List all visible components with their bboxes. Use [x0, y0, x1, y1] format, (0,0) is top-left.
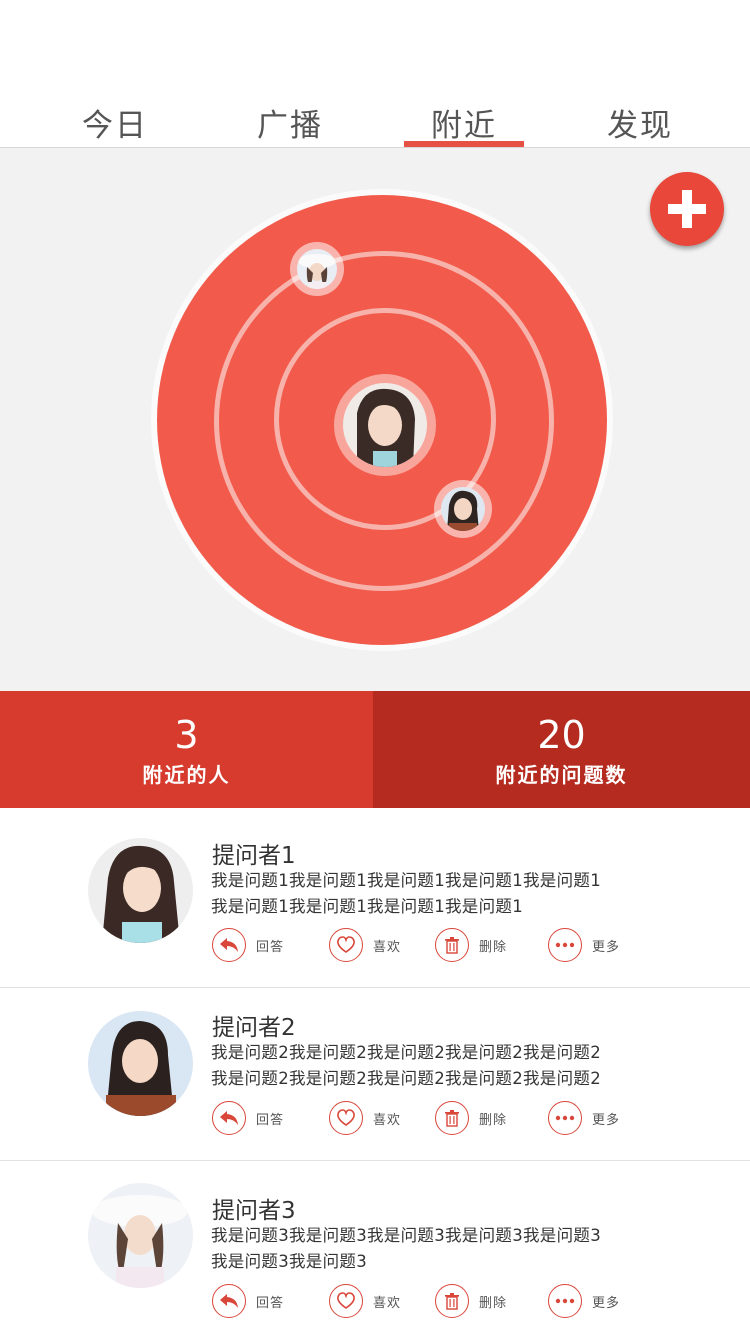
list-item[interactable]: 提问者2 我是问题2我是问题2我是问题2我是问题2我是问题2 我是问题2我是问题…	[0, 988, 750, 1161]
question-text: 我是问题3我是问题3我是问题3我是问题3我是问题3 我是问题3我是问题3	[211, 1226, 601, 1271]
asker-name: 提问者3	[212, 1198, 296, 1224]
avatar-center[interactable]	[343, 383, 427, 467]
like-button[interactable]: 喜欢	[329, 1101, 401, 1135]
question-text: 我是问题2我是问题2我是问题2我是问题2我是问题2 我是问题2我是问题2我是问题…	[211, 1043, 601, 1088]
plus-icon	[668, 190, 706, 228]
trash-icon	[435, 928, 469, 962]
portrait-asker-2-icon	[88, 1011, 193, 1116]
heart-icon	[329, 1101, 363, 1135]
avatar[interactable]	[88, 1183, 193, 1288]
reply-icon	[212, 928, 246, 962]
asker-name: 提问者2	[212, 1015, 296, 1041]
reply-button[interactable]: 回答	[212, 928, 284, 962]
tab-broadcast[interactable]: 广播	[230, 100, 350, 145]
delete-button[interactable]: 删除	[435, 1101, 507, 1135]
portrait-bottom-icon	[441, 487, 485, 531]
nearby-questions-count: 20	[537, 713, 586, 757]
avatar-user-top[interactable]	[297, 249, 337, 289]
avatar[interactable]	[88, 838, 193, 943]
nearby-questions-stat[interactable]: 20 附近的问题数	[373, 691, 750, 808]
reply-icon	[212, 1284, 246, 1318]
portrait-center-icon	[343, 383, 427, 467]
trash-icon	[435, 1284, 469, 1318]
nearby-people-stat[interactable]: 3 附近的人	[0, 691, 373, 808]
heart-icon	[329, 928, 363, 962]
delete-button[interactable]: 删除	[435, 928, 507, 962]
trash-icon	[435, 1101, 469, 1135]
list-item[interactable]: 提问者3 我是问题3我是问题3我是问题3我是问题3我是问题3 我是问题3我是问题…	[0, 1161, 750, 1334]
nearby-people-label: 附近的人	[142, 763, 231, 787]
list-item[interactable]: 提问者1 我是问题1我是问题1我是问题1我是问题1我是问题1 我是问题1我是问题…	[0, 808, 750, 988]
avatar[interactable]	[88, 1011, 193, 1116]
tab-today[interactable]: 今日	[55, 100, 175, 145]
more-button[interactable]: 更多	[548, 928, 620, 962]
delete-button[interactable]: 删除	[435, 1284, 507, 1318]
tab-nearby[interactable]: 附近	[404, 100, 524, 145]
reply-button[interactable]: 回答	[212, 1284, 284, 1318]
like-button[interactable]: 喜欢	[329, 928, 401, 962]
nearby-questions-label: 附近的问题数	[495, 763, 628, 787]
heart-icon	[329, 1284, 363, 1318]
asker-name: 提问者1	[212, 843, 296, 869]
nearby-people-count: 3	[174, 713, 199, 757]
active-tab-indicator	[404, 141, 524, 147]
question-text: 我是问题1我是问题1我是问题1我是问题1我是问题1 我是问题1我是问题1我是问题…	[211, 871, 601, 916]
reply-button[interactable]: 回答	[212, 1101, 284, 1135]
more-button[interactable]: 更多	[548, 1101, 620, 1135]
ellipsis-icon	[548, 1284, 582, 1318]
reply-icon	[212, 1101, 246, 1135]
radar-area	[0, 148, 750, 691]
ellipsis-icon	[548, 1101, 582, 1135]
portrait-asker-1-icon	[88, 838, 193, 943]
avatar-user-bottom[interactable]	[441, 487, 485, 531]
top-tab-bar: 今日 广播 附近 发现	[0, 0, 750, 148]
more-button[interactable]: 更多	[548, 1284, 620, 1318]
add-button[interactable]	[650, 172, 724, 246]
tab-discover[interactable]: 发现	[580, 100, 700, 145]
stats-bar: 3 附近的人 20 附近的问题数	[0, 691, 750, 808]
like-button[interactable]: 喜欢	[329, 1284, 401, 1318]
portrait-hat-icon	[297, 249, 337, 289]
ellipsis-icon	[548, 928, 582, 962]
portrait-asker-3-icon	[88, 1183, 193, 1288]
